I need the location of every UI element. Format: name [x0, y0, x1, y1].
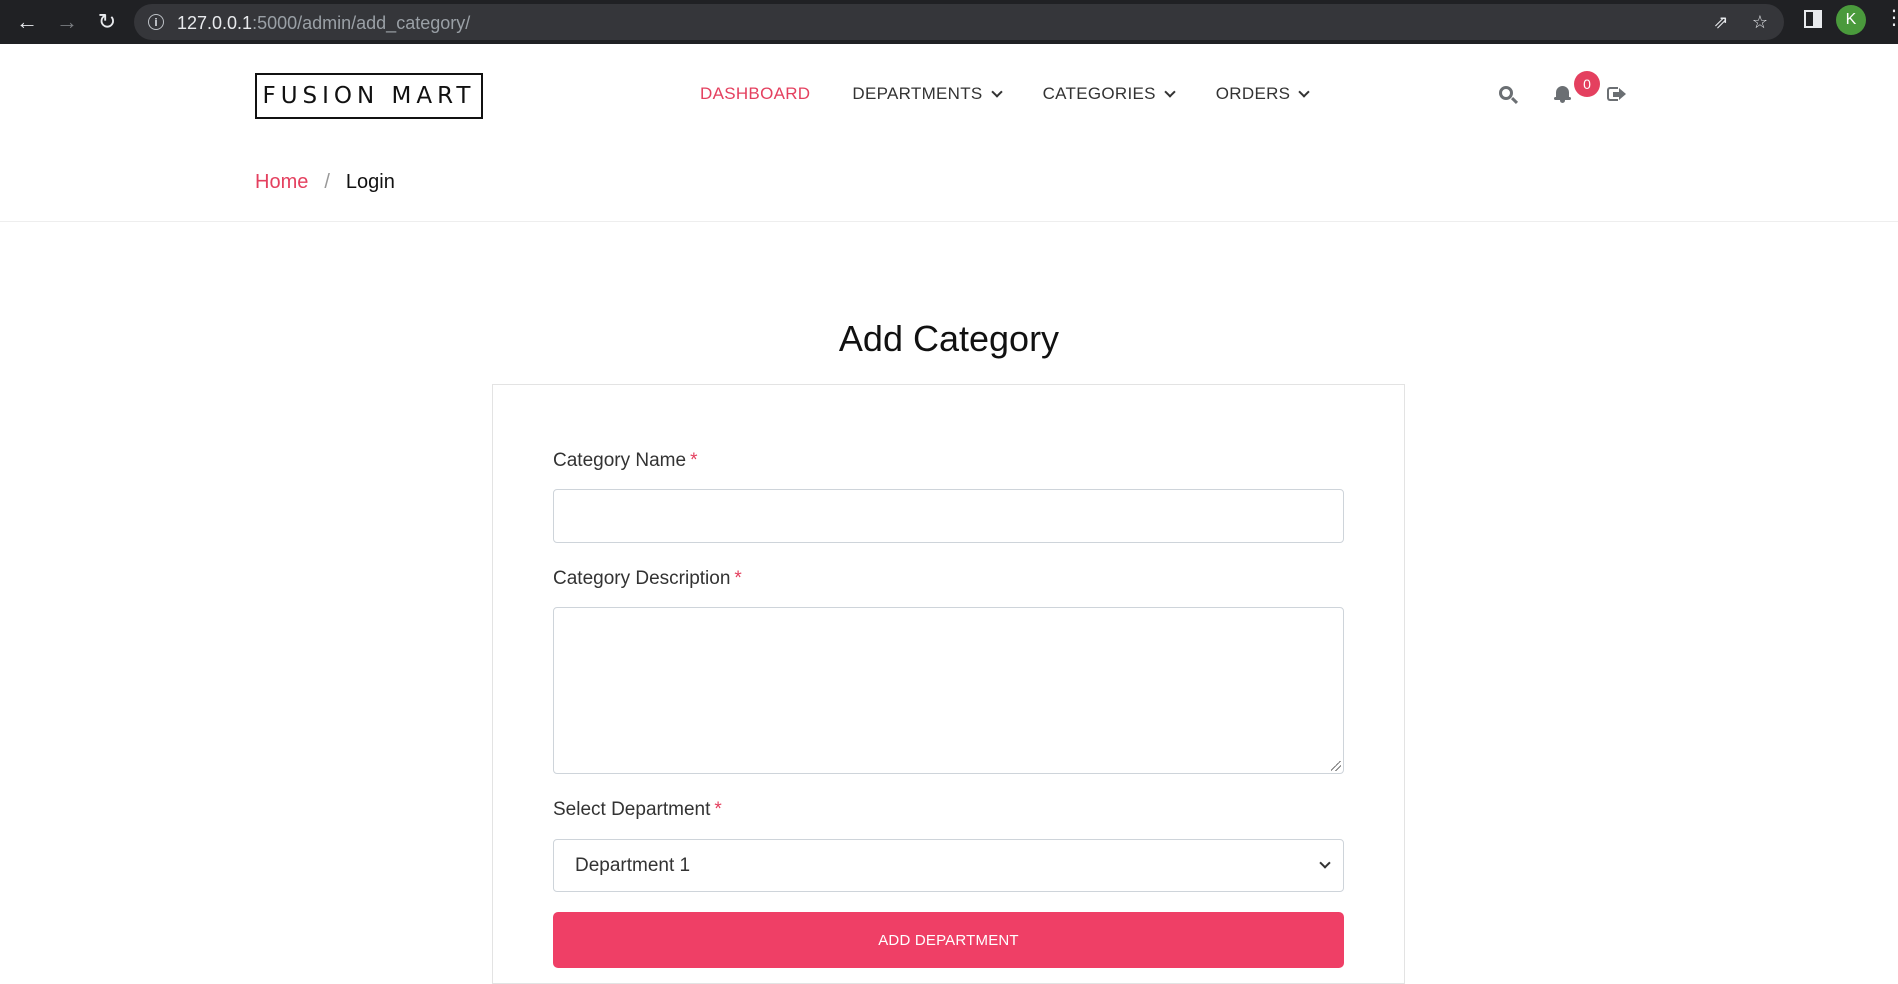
back-arrow-icon[interactable]: ← [12, 7, 42, 37]
nav-dashboard-label: DASHBOARD [700, 84, 811, 103]
nav-dashboard[interactable]: DASHBOARD [700, 84, 810, 104]
category-description-textarea[interactable] [553, 607, 1344, 774]
breadcrumb-current: Login [345, 171, 395, 193]
page-title: Add Category [838, 318, 1060, 359]
bell-icon[interactable] [1554, 84, 1572, 104]
breadcrumb: Home / Login [255, 171, 395, 194]
kebab-menu-icon[interactable]: ⋮ [1884, 8, 1898, 28]
search-icon[interactable] [1498, 84, 1519, 106]
notification-badge: 0 [1574, 71, 1600, 97]
required-asterisk: * [714, 799, 722, 820]
nav-categories-label: CATEGORIES [1042, 84, 1156, 103]
header-divider [0, 221, 1898, 222]
share-icon[interactable]: ⇗ [1709, 11, 1733, 33]
reload-icon[interactable]: ↻ [92, 7, 122, 37]
select-department-label-text: Select Department [553, 799, 711, 820]
required-asterisk: * [734, 568, 742, 589]
side-panel-icon[interactable] [1804, 10, 1822, 28]
nav-orders[interactable]: ORDERS [1215, 84, 1310, 104]
main-navigation: DASHBOARD DEPARTMENTS CATEGORIES ORDERS [700, 84, 1350, 104]
department-select[interactable]: Department 1 [553, 839, 1344, 892]
category-description-label: Category Description * [553, 568, 742, 590]
forward-arrow-icon[interactable]: → [52, 7, 82, 37]
info-icon[interactable]: i [148, 14, 164, 30]
logout-icon[interactable] [1607, 86, 1627, 104]
chevron-down-icon [990, 85, 1003, 98]
site-logo[interactable]: FUSION MART [255, 73, 483, 119]
resize-handle-icon[interactable] [1331, 761, 1341, 771]
nav-departments-label: DEPARTMENTS [852, 84, 983, 103]
category-description-label-text: Category Description [553, 568, 731, 589]
url-text[interactable]: 127.0.0.1:5000/admin/add_category/ [177, 13, 470, 34]
add-department-button[interactable]: ADD DEPARTMENT [553, 912, 1344, 968]
url-path: :5000/admin/add_category/ [252, 13, 471, 33]
category-name-label: Category Name * [553, 450, 697, 472]
select-department-label: Select Department * [553, 799, 722, 821]
category-name-input[interactable] [553, 489, 1344, 543]
chevron-down-icon [1319, 857, 1331, 869]
chevron-down-icon [1164, 85, 1176, 98]
category-name-label-text: Category Name [553, 450, 687, 471]
url-host: 127.0.0.1 [177, 13, 253, 33]
breadcrumb-home-link[interactable]: Home [255, 171, 308, 194]
required-asterisk: * [690, 450, 698, 471]
nav-categories[interactable]: CATEGORIES [1042, 84, 1176, 104]
address-bar[interactable]: i 127.0.0.1:5000/admin/add_category/ ⇗ ☆ [134, 4, 1784, 40]
breadcrumb-separator: / [324, 171, 330, 193]
browser-toolbar: ← → ↻ i 127.0.0.1:5000/admin/add_categor… [0, 0, 1898, 44]
department-select-value: Department 1 [575, 855, 691, 876]
nav-orders-label: ORDERS [1215, 84, 1291, 103]
nav-departments[interactable]: DEPARTMENTS [852, 84, 1003, 104]
chevron-down-icon [1298, 85, 1310, 98]
profile-avatar[interactable]: K [1836, 5, 1866, 35]
star-icon[interactable]: ☆ [1748, 11, 1772, 33]
